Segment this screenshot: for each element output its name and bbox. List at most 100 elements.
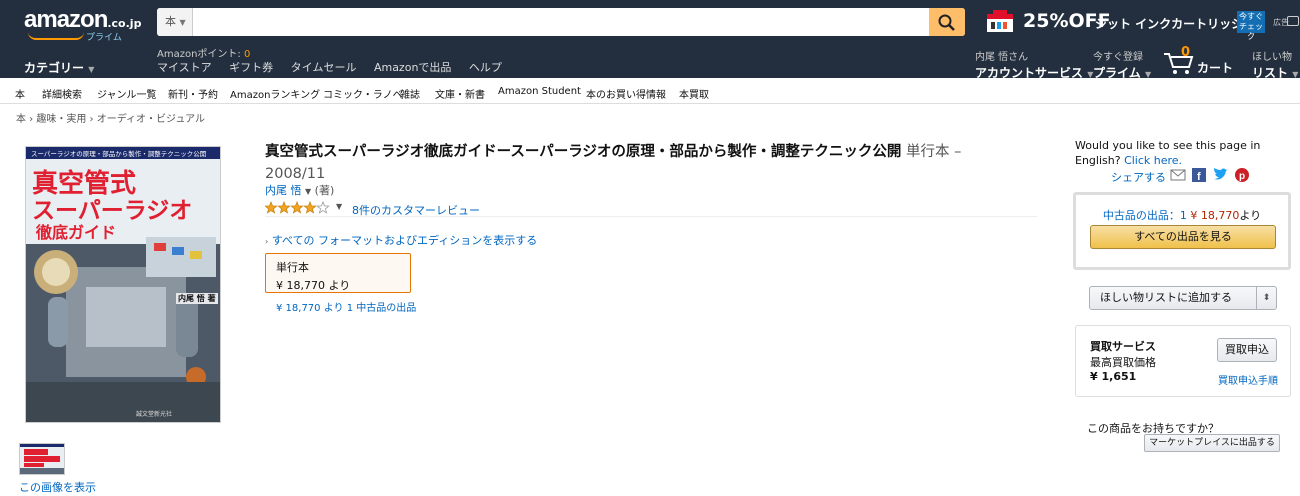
prime-signup-text: 今すぐ登録 (1093, 52, 1143, 63)
cover-top-strip: スーパーラジオの原理・部品から製作・調整テクニック公開 (31, 150, 207, 158)
star (277, 200, 291, 214)
subnav-giftcard[interactable]: ギフト券 (229, 61, 273, 74)
amazon-logo[interactable]: amazon.co.jp プライム (24, 6, 144, 43)
secnav-deals[interactable]: 本のお買い得情報 (586, 86, 666, 101)
tradein-apply-button[interactable]: 買取申込 (1217, 338, 1277, 362)
star (290, 200, 304, 214)
tradein-howto-link[interactable]: 買取申込手順 (1218, 372, 1278, 387)
rating-chevron-icon[interactable]: ▼ (336, 202, 342, 211)
thumbnail-art (20, 444, 64, 474)
svg-text:p: p (1239, 171, 1245, 182)
cart-button[interactable]: 0 カート (1163, 45, 1234, 75)
book-thumbnail[interactable] (19, 443, 65, 475)
promo-check-badge[interactable]: 今すぐ チェック (1237, 11, 1265, 41)
share-icons: f p (1170, 167, 1250, 187)
rating-stars-icon (264, 200, 330, 214)
tradein-heading: 買取サービス (1090, 340, 1156, 353)
prime-menu[interactable]: 今すぐ登録 プライム ▼ (1093, 48, 1151, 81)
cover-publisher: 誠文堂新光社 (136, 411, 173, 418)
secnav-magazines[interactable]: 雑誌 (400, 86, 420, 101)
category-label: カテゴリー (24, 61, 85, 75)
author-link[interactable]: 内尾 悟 (265, 184, 302, 197)
used-label: 中古品の出品：1 (1102, 209, 1191, 222)
twitter-icon[interactable] (1214, 168, 1228, 180)
tradein-value: ¥ 1,651 (1090, 370, 1137, 383)
search-scope-label: 本 (165, 15, 176, 28)
see-all-offers-button[interactable]: すべての出品を見る (1090, 225, 1276, 249)
format-label: 単行本 (276, 261, 309, 274)
english-prompt: Would you like to see this page in Engli… (1075, 138, 1275, 168)
svg-text:f: f (1197, 171, 1201, 183)
secnav-paperbacks[interactable]: 文庫・新書 (435, 86, 485, 101)
ad-feedback-icon[interactable] (1287, 16, 1299, 26)
search-input[interactable] (195, 8, 927, 36)
author-line: 内尾 悟 ▼ (著) (265, 182, 334, 198)
search-bar: 本 ▼ (157, 8, 965, 36)
secnav-books[interactable]: 本 (15, 86, 25, 101)
secnav-advanced-search[interactable]: 詳細検索 (42, 86, 82, 101)
cover-author: 内尾 悟 著 (176, 293, 218, 304)
secnav-comics[interactable]: コミック・ラノベ (323, 86, 403, 101)
chevron-down-icon: ▼ (88, 65, 95, 74)
used-offers-link[interactable]: ¥ 18,770 より 1 中古品の出品 (276, 299, 416, 314)
cart-count: 0 (1181, 45, 1191, 60)
subnav-mystore[interactable]: マイストア (157, 61, 212, 74)
account-greeting: 内尾 悟さん (975, 52, 1029, 63)
wishlist-button-label: ほしい物リストに追加する (1100, 291, 1232, 304)
author-role: (著) (314, 184, 335, 197)
wishlist-dropdown-toggle[interactable]: ⬍ (1256, 287, 1276, 309)
chevron-down-icon[interactable]: ▼ (305, 187, 311, 196)
wishlist-menu[interactable]: ほしい物 リスト ▼ (1252, 48, 1298, 81)
add-to-wishlist-button[interactable]: ほしい物リストに追加する ⬍ (1089, 286, 1277, 310)
chevron-right-icon: › (265, 237, 269, 246)
used-price: ¥ 18,770 (1190, 209, 1240, 222)
ink-cartridge-icon (987, 10, 1013, 32)
cart-label: カート (1197, 61, 1234, 75)
divider (265, 216, 1037, 217)
marketplace-sell-button[interactable]: マーケットプレイスに出品する (1144, 434, 1280, 452)
star (264, 200, 278, 214)
format-selector-paperback[interactable]: 単行本 ¥ 18,770 より (265, 253, 411, 293)
pinterest-icon[interactable]: p (1235, 168, 1249, 182)
buy-box: 中古品の出品：1 ¥ 18,770より すべての出品を見る (1073, 192, 1291, 270)
secnav-buyback[interactable]: 本買取 (679, 86, 709, 101)
share-link[interactable]: シェアする (1111, 169, 1166, 185)
header-subnav: マイストア ギフト券 タイムセール Amazonで出品 ヘルプ (157, 59, 516, 75)
secnav-new-releases[interactable]: 新刊・予約 (168, 86, 218, 101)
promo-banner[interactable]: 25%OFF ジット インクカートリッジ 今すぐ チェック 広告 (985, 6, 1300, 41)
secnav-ranking[interactable]: Amazonランキング (230, 86, 320, 101)
logo-prime-text: プライム (86, 33, 122, 43)
logo-tld: .co.jp (107, 17, 142, 30)
trade-in-box: 買取サービス 最高買取価格 ¥ 1,651 買取申込 買取申込手順 (1075, 325, 1291, 397)
top-header: amazon.co.jp プライム 本 ▼ 25%OFF ジット インクカートリ… (0, 0, 1300, 81)
product-title: 真空管式スーパーラジオ徹底ガイドースーパーラジオの原理・部品から製作・調整テクニ… (265, 144, 902, 160)
breadcrumb[interactable]: 本 › 趣味・実用 › オーディオ・ビジュアル (16, 110, 205, 125)
book-cover-image[interactable]: スーパーラジオの原理・部品から製作・調整テクニック公開 真空管式 スーパーラジオ… (25, 146, 221, 423)
secnav-student[interactable]: Amazon Student (498, 86, 581, 97)
logo-text: amazon (24, 6, 108, 33)
subnav-timesale[interactable]: タイムセール (291, 61, 357, 74)
search-button[interactable] (929, 8, 965, 36)
points-display[interactable]: Amazonポイント: 0 (157, 45, 250, 60)
star (303, 200, 317, 214)
search-scope-dropdown[interactable]: 本 ▼ (157, 8, 193, 36)
category-menu[interactable]: カテゴリー ▼ (24, 59, 94, 76)
product-date: 2008/11 (265, 166, 326, 182)
search-icon (938, 14, 955, 31)
view-image-link[interactable]: この画像を表示 (19, 479, 96, 495)
used-offers-summary[interactable]: 中古品の出品：1 ¥ 18,770より (1076, 207, 1288, 223)
logo-smile-icon (28, 32, 84, 40)
facebook-icon[interactable]: f (1192, 168, 1206, 183)
secnav-genres[interactable]: ジャンル一覧 (97, 86, 157, 101)
subnav-sell[interactable]: Amazonで出品 (374, 61, 451, 74)
english-link[interactable]: Click here. (1124, 154, 1182, 167)
subnav-help[interactable]: ヘルプ (469, 61, 502, 74)
wishlist-small-text: ほしい物 (1252, 52, 1292, 63)
star (316, 200, 330, 214)
email-icon[interactable] (1170, 169, 1186, 181)
format-price: ¥ 18,770 より (276, 279, 351, 292)
product-title-block: 真空管式スーパーラジオ徹底ガイドースーパーラジオの原理・部品から製作・調整テクニ… (265, 141, 1045, 185)
account-menu[interactable]: 内尾 悟さん アカウントサービス ▼ (975, 48, 1093, 81)
promo-text: ジット インクカートリッジ (1095, 17, 1244, 31)
all-editions-link[interactable]: › すべての フォーマットおよびエディションを表示する (265, 232, 537, 248)
